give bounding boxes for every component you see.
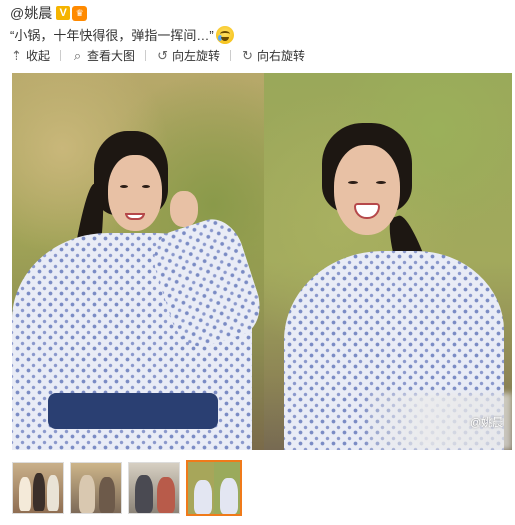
- eye-shape: [376, 181, 386, 184]
- thumbnail-1[interactable]: [12, 462, 64, 514]
- thumb-person: [135, 475, 153, 513]
- face-shape: [334, 145, 400, 235]
- verified-badge-icon: V: [56, 6, 71, 20]
- post-header: @姚晨 V ♛: [10, 3, 88, 23]
- post-text: “小锅，十年快得很，弹指一挥间…”: [10, 28, 214, 43]
- sash-shape: [48, 393, 218, 429]
- eye-shape: [142, 185, 150, 188]
- crying-face-icon: [215, 25, 234, 44]
- rotate-left-button[interactable]: ↺ 向左旋转: [156, 47, 220, 64]
- image-toolbar: ⇡ 收起 ⌕ 查看大图 ↺ 向左旋转 ↻ 向右旋转: [10, 47, 305, 64]
- image-watermark: @姚晨: [470, 417, 504, 429]
- rotate-left-icon: ↺: [157, 47, 168, 63]
- rotate-right-button[interactable]: ↻ 向右旋转: [241, 47, 305, 64]
- thumbnail-strip: [12, 460, 248, 516]
- collapse-label: 收起: [26, 49, 51, 63]
- thumb-person: [99, 477, 115, 513]
- toolbar-divider: [230, 50, 232, 61]
- toolbar-divider: [60, 50, 62, 61]
- hand-shape: [170, 191, 198, 227]
- view-large-label: 查看大图: [87, 49, 136, 63]
- thumb-person: [47, 475, 59, 511]
- author-name[interactable]: @姚晨: [10, 3, 52, 23]
- thumb-person: [157, 477, 175, 513]
- thumb-person: [19, 477, 31, 511]
- main-photo[interactable]: @姚晨: [12, 73, 512, 450]
- collapse-button[interactable]: ⇡ 收起: [10, 47, 50, 64]
- toolbar-divider: [145, 50, 147, 61]
- rotate-right-icon: ↻: [242, 47, 253, 63]
- rotate-right-label: 向右旋转: [257, 49, 306, 63]
- thumb-person: [33, 473, 45, 511]
- thumbnail-2[interactable]: [70, 462, 122, 514]
- thumbnail-4-selected[interactable]: [186, 460, 242, 516]
- thumb-person: [194, 480, 212, 514]
- thumbnail-3[interactable]: [128, 462, 180, 514]
- photo-left-panel: [12, 73, 269, 450]
- eye-shape: [120, 185, 128, 188]
- arrow-up-icon: ⇡: [11, 47, 22, 63]
- eye-shape: [348, 181, 358, 184]
- thumb-person: [220, 478, 238, 514]
- magnifier-icon: ⌕: [73, 47, 82, 63]
- view-large-button[interactable]: ⌕ 查看大图: [71, 47, 135, 64]
- member-crown-icon: ♛: [72, 5, 88, 21]
- post-text-row: “小锅，十年快得很，弹指一挥间…”: [10, 25, 234, 44]
- thumb-person: [79, 475, 95, 513]
- rotate-left-label: 向左旋转: [172, 49, 221, 63]
